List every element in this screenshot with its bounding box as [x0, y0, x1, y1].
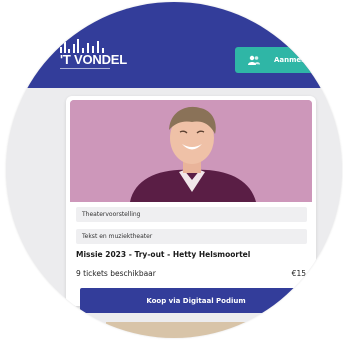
event-title[interactable]: Missie 2023 - Try-out - Hetty Helsmoorte…	[76, 250, 250, 259]
event-photo	[70, 100, 312, 202]
zoom-bubble: 'T VONDEL Aanmelden Theatervoorstelling …	[6, 2, 342, 338]
ticket-price: €15	[291, 269, 306, 278]
login-button[interactable]: Aanmelden	[235, 47, 342, 73]
background-floor	[106, 322, 266, 338]
logo-wave-icon	[60, 38, 127, 53]
buy-tickets-button[interactable]: Koop via Digitaal Podium	[80, 288, 312, 313]
event-tag: Tekst en muziektheater	[76, 229, 307, 244]
logo-text: 'T VONDEL	[60, 52, 128, 67]
event-card[interactable]: Theatervoorstelling Tekst en muziektheat…	[66, 96, 316, 306]
logo-underline	[60, 68, 110, 69]
user-icon	[248, 55, 260, 65]
ticket-availability: 9 tickets beschikbaar	[76, 269, 156, 278]
site-logo[interactable]: 'T VONDEL	[60, 38, 127, 69]
login-button-label: Aanmelden	[274, 56, 319, 64]
site-header: 'T VONDEL Aanmelden	[6, 2, 342, 88]
event-tag: Theatervoorstelling	[76, 207, 307, 222]
